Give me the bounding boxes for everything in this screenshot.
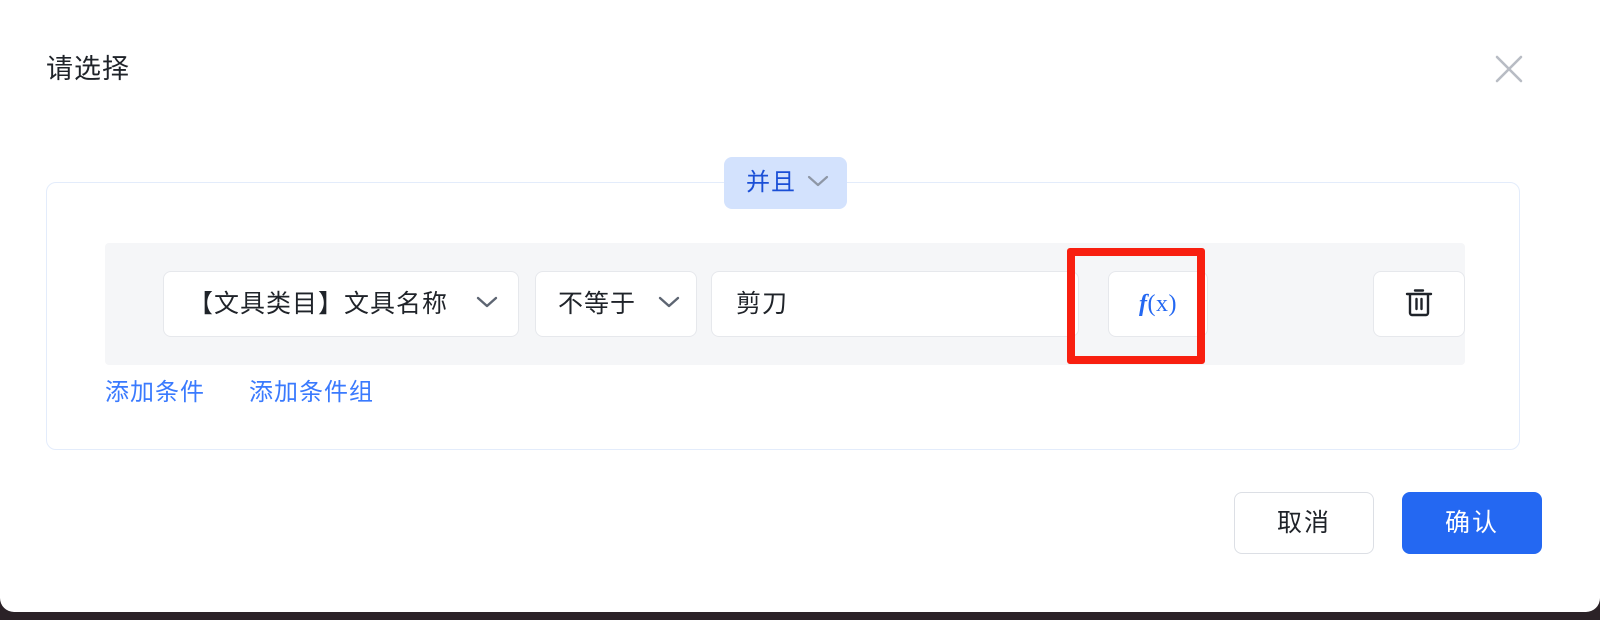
cancel-button[interactable]: 取消	[1234, 492, 1374, 554]
dialog-footer: 取消 确认	[1234, 492, 1542, 554]
select-condition-dialog: 请选择 并且 【文具类目】文具名称 不等于 剪刀 f(x) 添加条件 添加条件组…	[0, 0, 1600, 612]
delete-condition-button[interactable]	[1373, 271, 1465, 337]
field-select-value: 【文具类目】文具名称	[188, 289, 449, 318]
field-select[interactable]: 【文具类目】文具名称	[163, 271, 519, 337]
value-input-text: 剪刀	[736, 289, 789, 318]
function-icon: f(x)	[1139, 292, 1177, 316]
logic-operator-label: 并且	[746, 169, 796, 196]
operator-select-value: 不等于	[558, 289, 637, 318]
table-row: 【文具类目】文具名称 不等于 剪刀 f(x)	[105, 243, 1465, 365]
formula-x: (x)	[1147, 291, 1177, 317]
condition-group-panel: 并且 【文具类目】文具名称 不等于 剪刀 f(x) 添加条件 添加条件组	[46, 157, 1520, 450]
page-title: 请选择	[46, 54, 130, 84]
chevron-down-icon	[807, 174, 829, 193]
add-condition-group-link[interactable]: 添加条件组	[249, 381, 374, 405]
logic-operator-badge[interactable]: 并且	[724, 157, 847, 209]
trash-icon	[1404, 286, 1434, 323]
close-icon[interactable]	[1490, 50, 1528, 88]
operator-select[interactable]: 不等于	[535, 271, 697, 337]
formula-button[interactable]: f(x)	[1108, 271, 1208, 337]
formula-f: f	[1139, 291, 1148, 317]
value-input[interactable]: 剪刀	[711, 271, 1079, 337]
group-actions: 添加条件 添加条件组	[105, 381, 374, 405]
chevron-down-icon	[658, 295, 680, 314]
confirm-button[interactable]: 确认	[1402, 492, 1542, 554]
chevron-down-icon	[476, 295, 498, 314]
dialog-header: 请选择	[0, 0, 1600, 130]
add-condition-link[interactable]: 添加条件	[105, 381, 205, 405]
